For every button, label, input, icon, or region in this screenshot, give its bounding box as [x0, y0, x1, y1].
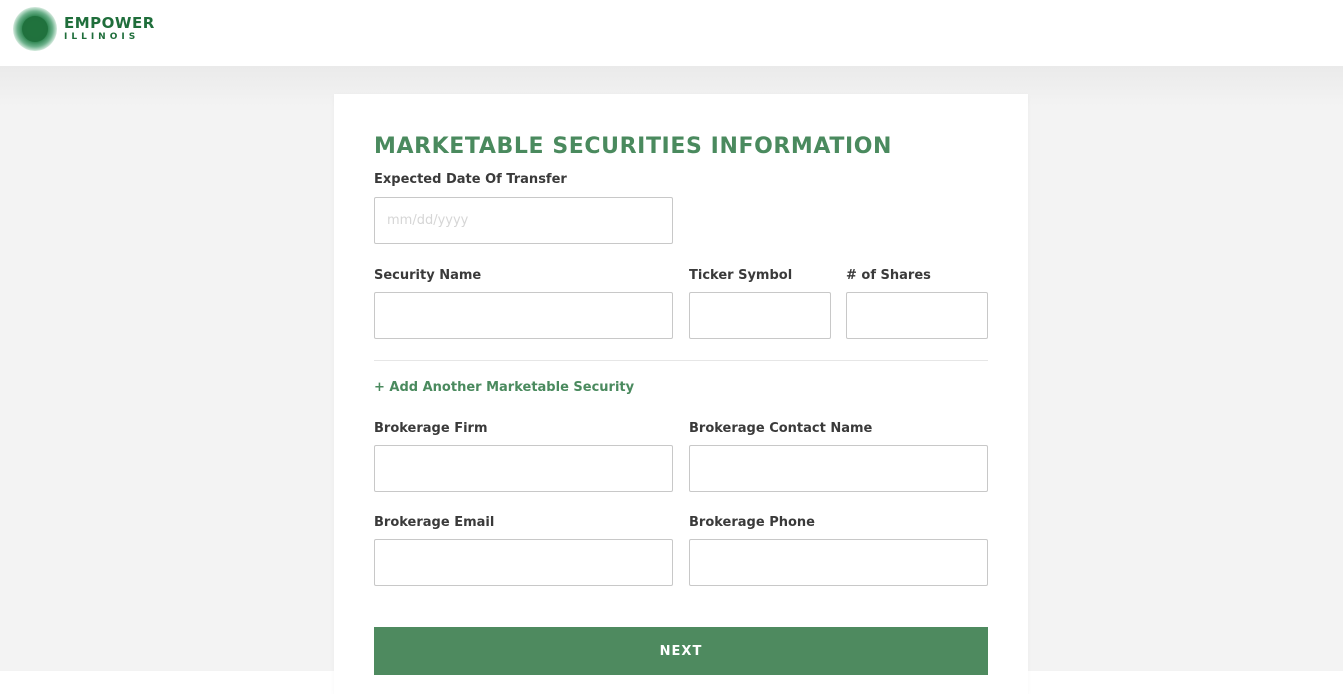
- empower-logo-icon: [13, 7, 57, 51]
- brokerage-contact-input[interactable]: [689, 445, 988, 492]
- brokerage-firm-label: Brokerage Firm: [374, 421, 488, 436]
- section-divider: [374, 360, 988, 361]
- ticker-symbol-input[interactable]: [689, 292, 831, 339]
- brokerage-firm-input[interactable]: [374, 445, 673, 492]
- brokerage-email-label: Brokerage Email: [374, 515, 495, 530]
- brokerage-phone-input[interactable]: [689, 539, 988, 586]
- num-shares-input[interactable]: [846, 292, 988, 339]
- next-button[interactable]: NEXT: [374, 627, 988, 675]
- brokerage-contact-label: Brokerage Contact Name: [689, 421, 873, 436]
- add-another-security-link[interactable]: + Add Another Marketable Security: [374, 380, 634, 395]
- num-shares-label: # of Shares: [846, 268, 931, 283]
- brand-name: EMPOWER: [64, 14, 155, 32]
- site-header: EMPOWER ILLINOIS: [0, 0, 1343, 66]
- ticker-symbol-label: Ticker Symbol: [689, 268, 793, 283]
- expected-date-input[interactable]: [374, 197, 673, 244]
- form-title: MARKETABLE SECURITIES INFORMATION: [374, 134, 893, 159]
- brokerage-email-input[interactable]: [374, 539, 673, 586]
- security-name-input[interactable]: [374, 292, 673, 339]
- expected-date-label: Expected Date Of Transfer: [374, 172, 567, 187]
- brand-subname: ILLINOIS: [64, 32, 140, 42]
- brokerage-phone-label: Brokerage Phone: [689, 515, 815, 530]
- security-name-label: Security Name: [374, 268, 482, 283]
- empower-illinois-logo[interactable]: EMPOWER ILLINOIS: [12, 6, 155, 52]
- securities-form-card: MARKETABLE SECURITIES INFORMATION Expect…: [334, 94, 1028, 694]
